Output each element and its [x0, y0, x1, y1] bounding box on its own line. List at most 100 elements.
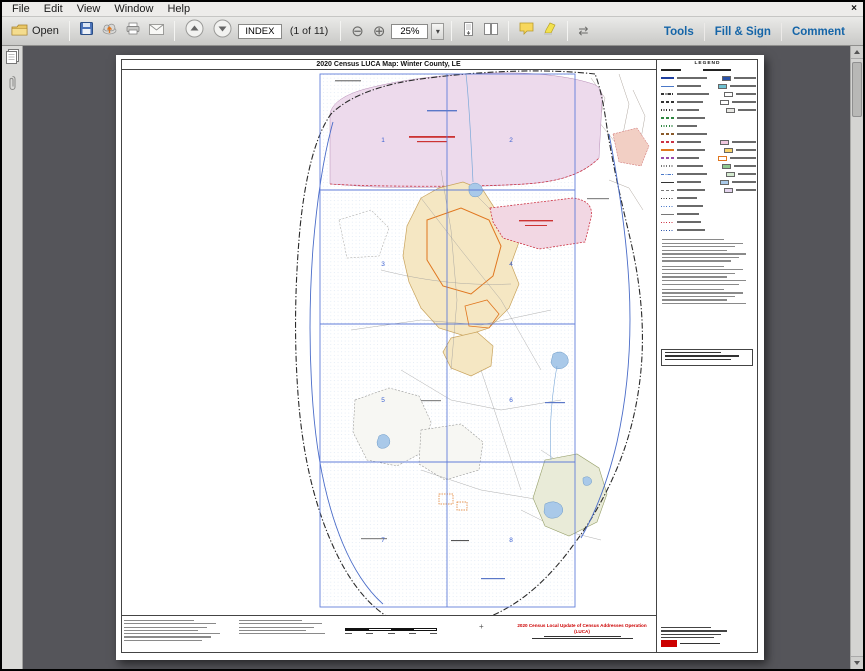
- legend-line-symbol: [661, 222, 674, 223]
- scrollbar-thumb[interactable]: [852, 62, 862, 117]
- legend-line-symbol: [661, 86, 674, 87]
- zoom-out-button[interactable]: ⊖: [348, 19, 367, 43]
- legend-label-bar: [730, 85, 756, 86]
- cloud-upload-icon: [102, 22, 117, 40]
- pdf-page[interactable]: 2020 Census LUCA Map: Winter County, LE: [116, 55, 764, 660]
- index-sheet-number: 8: [509, 537, 513, 544]
- legend-label-bar: [677, 93, 709, 94]
- text-line-bar: [662, 292, 743, 293]
- window-close-button[interactable]: ×: [851, 3, 857, 15]
- toolbar: Open (1 of 11) ⊖ ⊕ 25% ▾ ⇄ ToolsFill & S…: [2, 17, 863, 46]
- footer-notes-middle: [239, 620, 334, 636]
- index-sheet-number: 2: [509, 137, 513, 144]
- menu-item-view[interactable]: View: [70, 3, 108, 15]
- vertical-scrollbar[interactable]: [850, 46, 863, 669]
- map-credits-block: [661, 627, 753, 647]
- legend-label-bar: [730, 157, 756, 158]
- previous-page-button[interactable]: [182, 19, 207, 43]
- menu-item-help[interactable]: Help: [160, 3, 197, 15]
- text-line-bar: [662, 250, 727, 251]
- print-button[interactable]: [123, 19, 143, 43]
- legend-line-symbol: [661, 117, 674, 118]
- share-button[interactable]: ⇄: [575, 19, 591, 43]
- paperclip-icon: [8, 75, 17, 96]
- text-line-bar: [661, 634, 721, 635]
- legend-swatch: [718, 84, 727, 89]
- reservation-label-bar: [417, 141, 447, 142]
- menu-item-file[interactable]: File: [5, 3, 37, 15]
- zoom-in-button[interactable]: ⊕: [370, 19, 389, 43]
- legend-row: [661, 194, 756, 202]
- legend-line-symbol: [661, 133, 674, 134]
- legend-line-symbol: [661, 165, 674, 166]
- text-line-bar: [239, 633, 325, 634]
- up-triangle-icon: [854, 50, 860, 54]
- open-button[interactable]: Open: [8, 19, 62, 43]
- legend-line-symbol: [661, 206, 674, 207]
- highlight-button[interactable]: [540, 19, 560, 43]
- legend-line-symbol: [661, 182, 674, 183]
- page-display-button[interactable]: [481, 19, 501, 43]
- envelope-icon: [149, 22, 164, 40]
- legend-label-bar: [677, 181, 701, 182]
- toolbar-separator: [340, 21, 341, 41]
- legend-line-symbol: [661, 101, 674, 102]
- legend-row: [661, 114, 756, 122]
- sticky-note-button[interactable]: [516, 19, 537, 43]
- email-button[interactable]: [146, 19, 167, 43]
- tools-button[interactable]: Tools: [654, 26, 704, 38]
- page-thumbnails-panel-button[interactable]: [2, 46, 22, 72]
- legend-label-bar: [677, 141, 701, 142]
- zoom-dropdown-button[interactable]: ▾: [431, 23, 444, 40]
- legend-label-bar: [677, 189, 705, 190]
- menu-item-edit[interactable]: Edit: [37, 3, 70, 15]
- next-page-button[interactable]: [210, 19, 235, 43]
- legend-swatch: [724, 148, 733, 153]
- text-line-bar: [665, 355, 739, 356]
- text-line-bar: [662, 296, 735, 297]
- menu-item-window[interactable]: Window: [107, 3, 160, 15]
- notes-paragraph: [662, 239, 754, 262]
- legend-line-symbol: [661, 198, 674, 199]
- send-to-cloud-button[interactable]: [99, 19, 120, 43]
- legend-label-bar: [677, 213, 699, 214]
- fill-sign-button[interactable]: Fill & Sign: [705, 26, 781, 38]
- page-number-input[interactable]: [238, 24, 282, 39]
- comment-button[interactable]: Comment: [782, 26, 855, 38]
- legend-swatch: [724, 92, 733, 97]
- legend-header-bar: [703, 69, 731, 71]
- legend-label-bar: [677, 197, 697, 198]
- legend-row: [661, 218, 756, 226]
- application-window: FileEditViewWindowHelp × Open (1 of 11) …: [0, 0, 865, 671]
- legend-label-bar: [736, 189, 756, 190]
- credits-bars: [661, 627, 753, 638]
- text-line-bar: [661, 637, 714, 638]
- legend-title: LEGEND: [657, 61, 758, 66]
- legend-row: [661, 106, 756, 114]
- scroll-mode-button[interactable]: [459, 19, 478, 43]
- reservation-area-north: [330, 73, 602, 188]
- legend-swatch: [718, 156, 727, 161]
- scroll-down-button[interactable]: [851, 656, 863, 669]
- adjacent-place-area: [613, 128, 649, 166]
- attachments-panel-button[interactable]: [2, 72, 22, 98]
- sheet-info-box: [661, 349, 753, 366]
- legend-label-bar: [677, 109, 699, 110]
- save-button[interactable]: [77, 19, 96, 43]
- text-line-bar: [665, 352, 721, 353]
- navigation-pane-strip: [2, 46, 23, 669]
- text-line-bar: [239, 627, 314, 628]
- map-footer: + 2020 Census Local Update of Census Add…: [121, 615, 656, 653]
- notes-paragraph: [662, 289, 754, 305]
- continuous-scroll-icon: [462, 22, 475, 41]
- text-line-bar: [662, 280, 746, 281]
- folder-icon: [11, 23, 28, 39]
- legend-swatch: [726, 172, 735, 177]
- toolbar-right: ToolsFill & SignComment: [654, 17, 855, 46]
- legend-label-bar: [677, 101, 703, 102]
- legend-label-bar: [677, 205, 703, 206]
- legend-label-bar: [734, 77, 756, 78]
- scroll-up-button[interactable]: [851, 46, 863, 59]
- zoom-level-value[interactable]: 25%: [391, 24, 428, 39]
- text-line-bar: [662, 257, 739, 258]
